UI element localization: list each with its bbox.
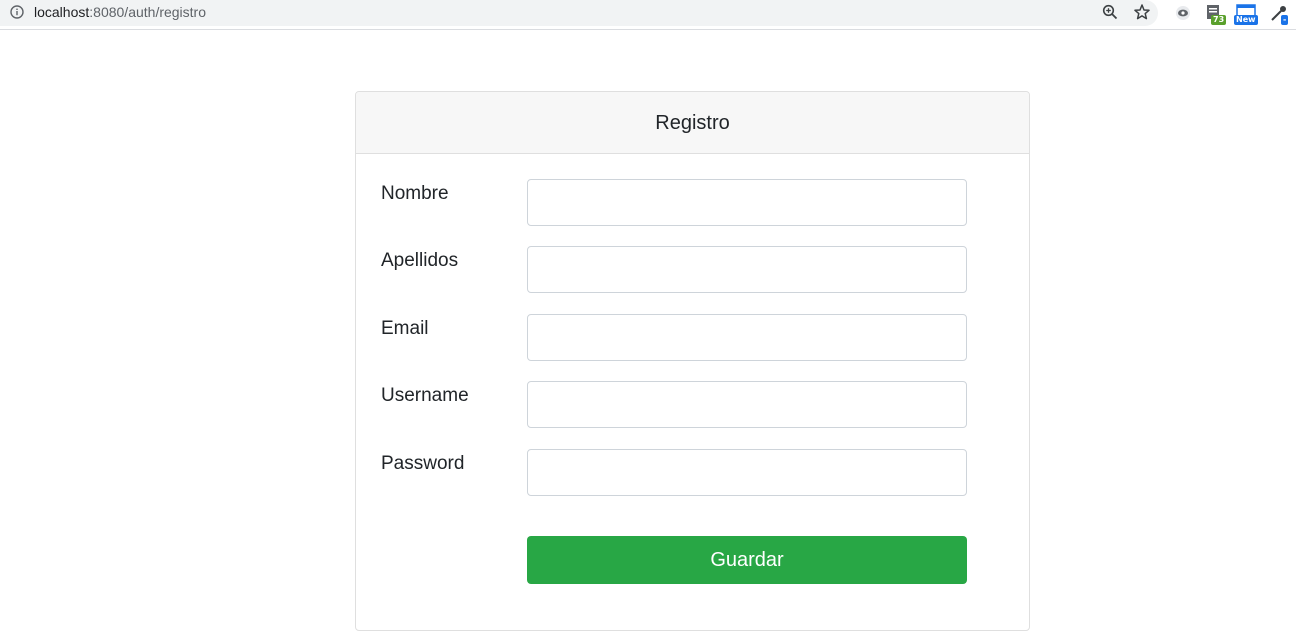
- username-input[interactable]: [527, 381, 967, 428]
- apellidos-input[interactable]: [527, 246, 967, 293]
- extension-badge-new: New: [1234, 15, 1258, 25]
- eye-extension-icon[interactable]: [1172, 3, 1194, 25]
- apellidos-row: Apellidos: [356, 246, 1029, 294]
- apellidos-label: Apellidos: [381, 250, 459, 271]
- email-label: Email: [381, 318, 429, 339]
- email-row: Email: [356, 314, 1029, 362]
- zoom-icon[interactable]: [1102, 4, 1118, 20]
- email-input[interactable]: [527, 314, 967, 361]
- extension-badge-count: 73: [1211, 15, 1227, 25]
- card-title: Registro: [356, 92, 1029, 154]
- url-host: localhost: [34, 4, 90, 20]
- nombre-input[interactable]: [527, 179, 967, 226]
- nombre-label: Nombre: [381, 183, 449, 204]
- username-row: Username: [356, 381, 1029, 429]
- username-label: Username: [381, 385, 469, 406]
- url-text[interactable]: localhost:8080/auth/registro: [34, 4, 206, 21]
- registration-card: Registro Nombre Apellidos Email Username…: [355, 91, 1030, 631]
- info-icon[interactable]: [10, 5, 24, 19]
- browser-toolbar: localhost:8080/auth/registro 73 New -: [0, 0, 1296, 30]
- url-path: :8080/auth/registro: [89, 4, 207, 20]
- star-icon[interactable]: [1133, 3, 1151, 21]
- password-row: Password: [356, 449, 1029, 497]
- address-bar[interactable]: localhost:8080/auth/registro: [0, 0, 1158, 26]
- nombre-row: Nombre: [356, 179, 1029, 227]
- password-input[interactable]: [527, 449, 967, 496]
- guardar-button[interactable]: Guardar: [527, 536, 967, 584]
- password-label: Password: [381, 453, 465, 474]
- extension-badge-dash: -: [1281, 15, 1289, 25]
